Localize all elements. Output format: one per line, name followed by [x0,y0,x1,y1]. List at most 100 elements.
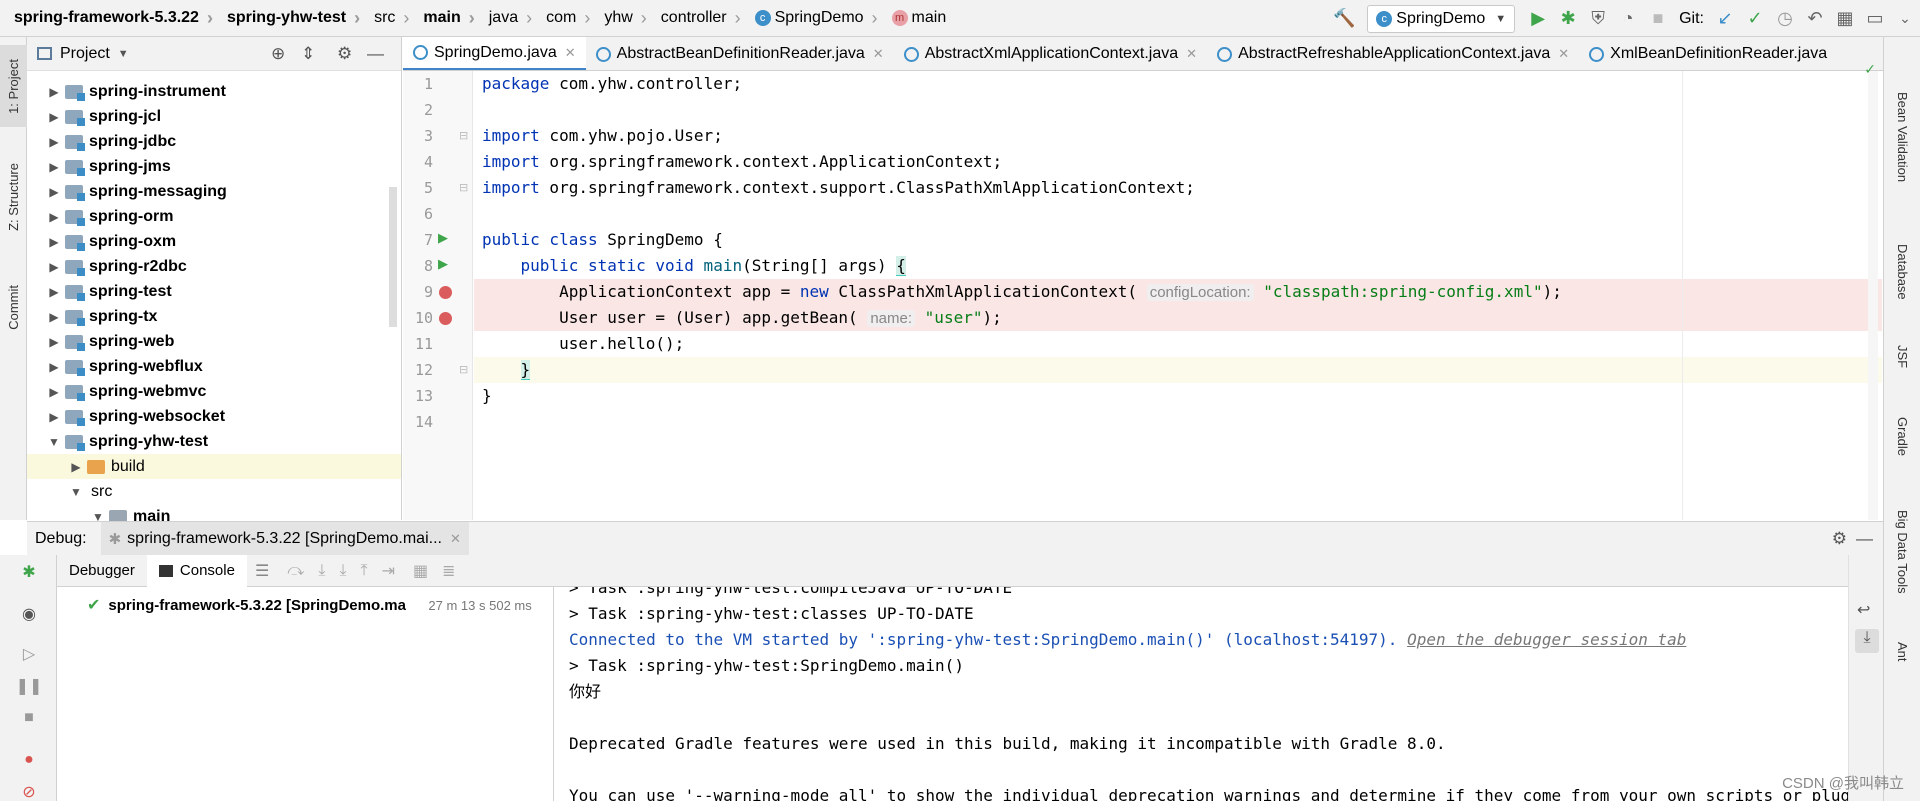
tree-item[interactable]: ▶spring-messaging [27,179,401,204]
expand-right-icon[interactable]: ▶ [43,360,65,374]
tree-item[interactable]: ▶spring-jdbc [27,129,401,154]
breadcrumb-module[interactable]: spring-yhw-test› [213,0,360,37]
git-rollback-icon[interactable]: ↶ [1800,4,1830,34]
gutter-line[interactable]: 1 [403,71,473,97]
evaluate-icon[interactable]: ▦ [413,561,428,581]
breadcrumb-project[interactable]: spring-framework-5.3.22› [0,0,213,37]
run-icon[interactable]: ▶ [1523,4,1553,34]
more-chevron-icon[interactable]: ⌄ [1890,4,1920,34]
git-commit-icon[interactable]: ✓ [1740,4,1770,34]
run-gutter-icon[interactable]: ▶ [438,256,448,272]
tree-item[interactable]: ▶spring-websocket [27,404,401,429]
breakpoint-icon[interactable] [439,312,452,325]
step-into-icon[interactable]: ⤓ [318,562,325,580]
expand-right-icon[interactable]: ▶ [43,285,65,299]
tree-item[interactable]: ▶spring-instrument [27,79,401,104]
gutter-line[interactable]: 12⊟ [403,357,473,383]
tree-item[interactable]: ▼src [27,479,401,504]
run-to-cursor-icon[interactable]: ⇥ [382,561,395,581]
expand-down-icon[interactable]: ▼ [43,435,65,449]
hide-icon[interactable]: — [367,44,384,64]
fold-icon[interactable]: ⊟ [459,129,468,142]
editor-scrollbar[interactable] [1868,71,1878,520]
tree-item[interactable]: ▶spring-oxm [27,229,401,254]
breadcrumb-java[interactable]: java› [475,0,532,37]
gutter-line[interactable]: 3⊟ [403,123,473,149]
editor-tab[interactable]: XmlBeanDefinitionReader.java [1579,37,1837,71]
gutter-line[interactable]: 5⊟ [403,175,473,201]
breadcrumb-method[interactable]: mmain [878,0,947,37]
debug-session-item[interactable]: ✔ spring-framework-5.3.22 [SpringDemo.ma… [87,595,532,615]
expand-right-icon[interactable]: ▶ [43,135,65,149]
expand-right-icon[interactable]: ▶ [43,160,65,174]
coverage-icon[interactable]: ⛨ [1583,4,1613,34]
build-hammer-icon[interactable]: 🔨 [1329,4,1359,34]
hide-icon[interactable]: — [1856,529,1873,549]
code-editor[interactable]: package com.yhw.controller; import com.y… [474,71,1882,520]
project-structure-icon[interactable]: ▦ [1830,4,1860,34]
breadcrumb-class[interactable]: cSpringDemo› [741,0,878,37]
tree-item[interactable]: ▶spring-web [27,329,401,354]
presentation-icon[interactable]: ▭ [1860,4,1890,34]
gear-icon[interactable]: ⚙ [337,44,352,64]
mute-breakpoints-icon[interactable]: ⊘ [18,781,40,803]
expand-right-icon[interactable]: ▶ [43,210,65,224]
run-gutter-icon[interactable]: ▶ [438,230,448,246]
console-output[interactable]: > Task :spring-yhw-test:compileJava UP-T… [555,587,1848,801]
close-icon[interactable]: ✕ [565,45,576,61]
rerun-icon[interactable]: ✱ [18,561,40,583]
expand-down-icon[interactable]: ▼ [65,485,87,499]
close-icon[interactable]: ✕ [450,531,461,547]
step-over-icon[interactable]: ⤼ [287,562,304,580]
gutter-line[interactable]: 6 [403,201,473,227]
tab-bean-validation[interactable]: Bean Validation [1889,67,1916,207]
debugger-session-link[interactable]: Open the debugger session tab [1407,630,1686,649]
gutter-line[interactable]: 7▶ [403,227,473,253]
soft-wrap-icon[interactable]: ↩ [1857,600,1870,620]
git-history-icon[interactable]: ◷ [1770,4,1800,34]
trace-icon[interactable]: ≣ [442,561,455,581]
tree-item[interactable]: ▶spring-webflux [27,354,401,379]
tab-gradle[interactable]: Gradle [1889,397,1916,477]
run-configuration-select[interactable]: c SpringDemo ▼ [1367,5,1515,33]
expand-right-icon[interactable]: ▶ [43,85,65,99]
expand-right-icon[interactable]: ▶ [43,335,65,349]
gutter-line[interactable]: 4 [403,149,473,175]
breakpoint-icon[interactable] [439,286,452,299]
debug-session-tab[interactable]: ✱ spring-framework-5.3.22 [SpringDemo.ma… [101,522,469,556]
step-out-icon[interactable]: ⤒ [361,562,368,580]
tab-ant[interactable]: Ant [1889,627,1916,677]
tree-item[interactable]: ▶spring-jms [27,154,401,179]
tree-item[interactable]: ▶build [27,454,401,479]
gutter-line[interactable]: 14 [403,409,473,435]
gutter-line[interactable]: 13 [403,383,473,409]
gutter-line[interactable]: 8▶ [403,253,473,279]
view-breakpoints-icon[interactable]: ● [18,749,40,771]
profile-icon[interactable]: ◔ [1613,4,1643,34]
tab-console[interactable]: Console [147,555,247,587]
close-icon[interactable]: ✕ [1186,46,1197,62]
expand-right-icon[interactable]: ▶ [43,235,65,249]
close-icon[interactable]: ✕ [873,46,884,62]
expand-right-icon[interactable]: ▶ [43,185,65,199]
menu-icon[interactable]: ☰ [255,561,269,581]
stop-icon[interactable]: ■ [1643,4,1673,34]
chevron-down-icon[interactable]: ▼ [118,48,129,60]
pause-icon[interactable]: ❚❚ [18,675,40,697]
breadcrumb-controller[interactable]: controller› [647,0,741,37]
git-update-icon[interactable]: ↙ [1710,4,1740,34]
gutter-line[interactable]: 2 [403,97,473,123]
tree-item[interactable]: ▶spring-test [27,279,401,304]
tree-item[interactable]: ▶spring-r2dbc [27,254,401,279]
tab-debugger[interactable]: Debugger [57,555,147,587]
tab-big-data-tools[interactable]: Big Data Tools [1889,492,1916,612]
editor-tab[interactable]: AbstractXmlApplicationContext.java✕ [894,37,1207,71]
stop-icon[interactable]: ■ [18,707,40,729]
force-step-into-icon[interactable]: ⤓ [339,562,346,580]
resume-icon[interactable]: ▷ [18,643,40,665]
breadcrumb-main[interactable]: main› [409,0,474,37]
debug-icon[interactable]: ✱ [1553,4,1583,34]
gutter-line[interactable]: 9 [403,279,473,305]
fold-icon[interactable]: ⊟ [459,363,468,376]
fold-icon[interactable]: ⊟ [459,181,468,194]
